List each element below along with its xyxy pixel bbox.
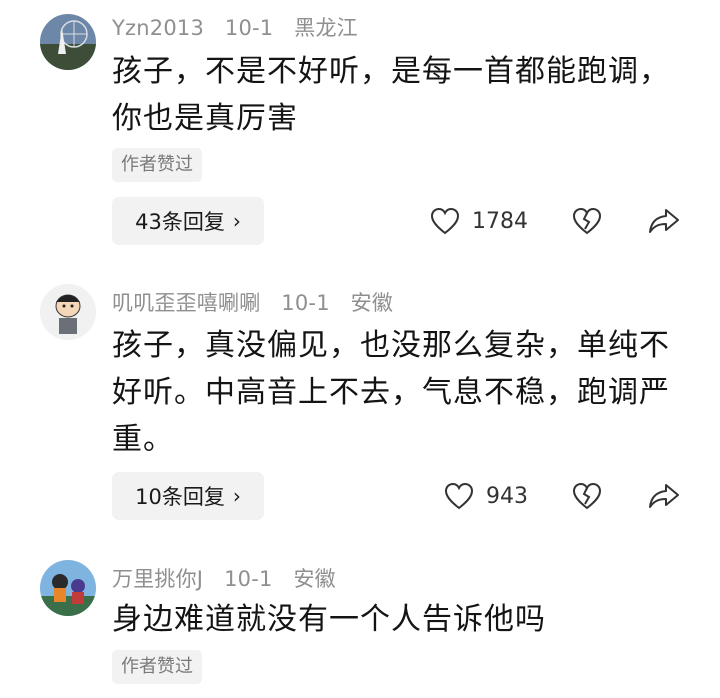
comment-text: 孩子，不是不好听，是每一首都能跑调，你也是真厉害 (112, 54, 670, 136)
author-liked-badge: 作者赞过 (112, 650, 202, 684)
username[interactable]: 万里挑你J (112, 567, 203, 591)
view-replies-button[interactable]: 10条回复 › (112, 472, 264, 520)
like-button[interactable]: 943 (444, 472, 528, 520)
avatar[interactable] (40, 14, 96, 70)
dislike-button[interactable] (570, 204, 604, 238)
chevron-right-icon: › (232, 209, 241, 233)
comment-date: 10-1 (281, 291, 330, 315)
avatar[interactable] (40, 560, 96, 616)
comment-location: 安徽 (293, 567, 336, 591)
comment-meta: Yzn2013 10-1 黑龙江 (112, 12, 372, 42)
broken-heart-icon (572, 207, 602, 235)
share-arrow-icon (649, 484, 679, 508)
comment-text: 身边难道就没有一个人告诉他吗 (112, 602, 546, 637)
comment-text: 孩子，真没偏见，也没那么复杂，单纯不好听。中高音上不去，气息不稳，跑调严重。 (112, 328, 670, 457)
comment-meta: 叽叽歪歪嘻唰唰 10-1 安徽 (112, 287, 407, 317)
like-count: 943 (486, 483, 528, 509)
username[interactable]: Yzn2013 (112, 16, 204, 40)
heart-outline-icon (444, 482, 474, 510)
comment-location: 安徽 (350, 291, 394, 315)
like-count: 1784 (472, 208, 528, 234)
username[interactable]: 叽叽歪歪嘻唰唰 (112, 291, 260, 315)
comment-meta: 万里挑你J 10-1 安徽 (112, 563, 350, 593)
share-button[interactable] (647, 204, 681, 238)
author-liked-badge: 作者赞过 (112, 148, 202, 182)
replies-count: 10条回复 (135, 485, 225, 509)
chevron-right-icon: › (232, 484, 241, 508)
replies-count: 43条回复 (135, 210, 225, 234)
heart-outline-icon (430, 207, 460, 235)
share-arrow-icon (649, 209, 679, 233)
dislike-button[interactable] (570, 479, 604, 513)
share-button[interactable] (647, 479, 681, 513)
like-button[interactable]: 1784 (430, 197, 528, 245)
comment-date: 10-1 (224, 567, 273, 591)
avatar[interactable] (40, 284, 96, 340)
comment-location: 黑龙江 (294, 16, 358, 40)
view-replies-button[interactable]: 43条回复 › (112, 197, 264, 245)
comment-date: 10-1 (224, 16, 274, 40)
broken-heart-icon (572, 482, 602, 510)
